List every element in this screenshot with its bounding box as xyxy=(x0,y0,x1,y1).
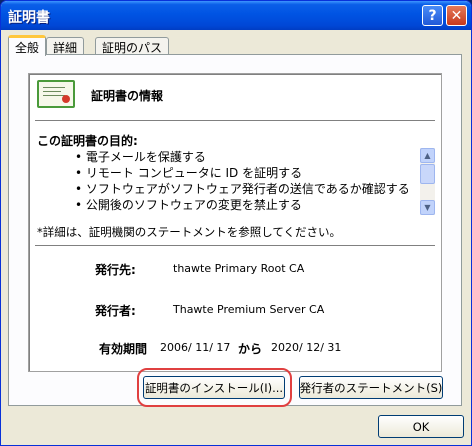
general-tab-panel: 証明書の情報 この証明書の目的: • 電子メールを保護する • リモート コンピ… xyxy=(8,54,462,406)
issued-to-label: 発行先: xyxy=(95,263,136,277)
valid-from-value: 2006/ 11/ 17 xyxy=(160,341,231,354)
issued-to-value: thawte Primary Root CA xyxy=(173,262,305,275)
scroll-down-button[interactable]: ▼ xyxy=(420,200,435,215)
issuer-statement-button[interactable]: 発行者のステートメント(S) xyxy=(299,376,443,399)
certificate-dialog: 証明書 ? ✕ 全般 詳細 証明のパス 証明書の情報 この証明書の目的: • 電… xyxy=(0,0,472,446)
list-item: • リモート コンピュータに ID を証明する xyxy=(75,166,303,180)
list-item: • 公開後のソフトウェアの変更を禁止する xyxy=(75,198,302,212)
purpose-list: • 電子メールを保護する • リモート コンピュータに ID を証明する • ソ… xyxy=(75,149,410,213)
ok-button[interactable]: OK xyxy=(378,415,464,438)
certificate-icon xyxy=(37,80,75,108)
issued-by-label: 発行者: xyxy=(95,304,136,318)
certificate-info-box: 証明書の情報 この証明書の目的: • 電子メールを保護する • リモート コンピ… xyxy=(28,73,442,372)
divider xyxy=(35,245,435,246)
help-icon: ? xyxy=(428,7,437,24)
divider xyxy=(35,120,435,121)
list-item: • ソフトウェアがソフトウェア発行者の送信であるか確認する xyxy=(75,182,410,196)
scroll-thumb[interactable] xyxy=(420,164,435,184)
valid-to-value: 2020/ 12/ 31 xyxy=(271,341,342,354)
list-item: • 電子メールを保護する xyxy=(75,150,206,164)
validity-from-word: から xyxy=(238,342,263,356)
issued-by-value: Thawte Premium Server CA xyxy=(173,303,325,316)
scroll-up-button[interactable]: ▲ xyxy=(420,148,435,163)
purpose-heading: この証明書の目的: xyxy=(37,134,138,148)
tab-details[interactable]: 詳細 xyxy=(46,37,85,55)
tab-certification-path[interactable]: 証明のパス xyxy=(95,37,170,55)
details-note: *詳細は、証明機関のステートメントを参照してください。 xyxy=(37,225,342,239)
purpose-scrollbar[interactable]: ▲ ▼ xyxy=(420,148,435,215)
title-bar[interactable]: 証明書 ? ✕ xyxy=(1,1,471,30)
install-button-highlight xyxy=(137,368,292,407)
chevron-down-icon: ▼ xyxy=(424,203,431,212)
validity-label: 有効期間 xyxy=(99,342,148,356)
close-icon: ✕ xyxy=(450,7,463,24)
info-title: 証明書の情報 xyxy=(91,89,164,103)
tab-general[interactable]: 全般 xyxy=(8,35,47,56)
chevron-up-icon: ▲ xyxy=(424,151,431,160)
window-title: 証明書 xyxy=(8,10,50,26)
help-button[interactable]: ? xyxy=(422,5,443,26)
close-button[interactable]: ✕ xyxy=(446,5,467,26)
